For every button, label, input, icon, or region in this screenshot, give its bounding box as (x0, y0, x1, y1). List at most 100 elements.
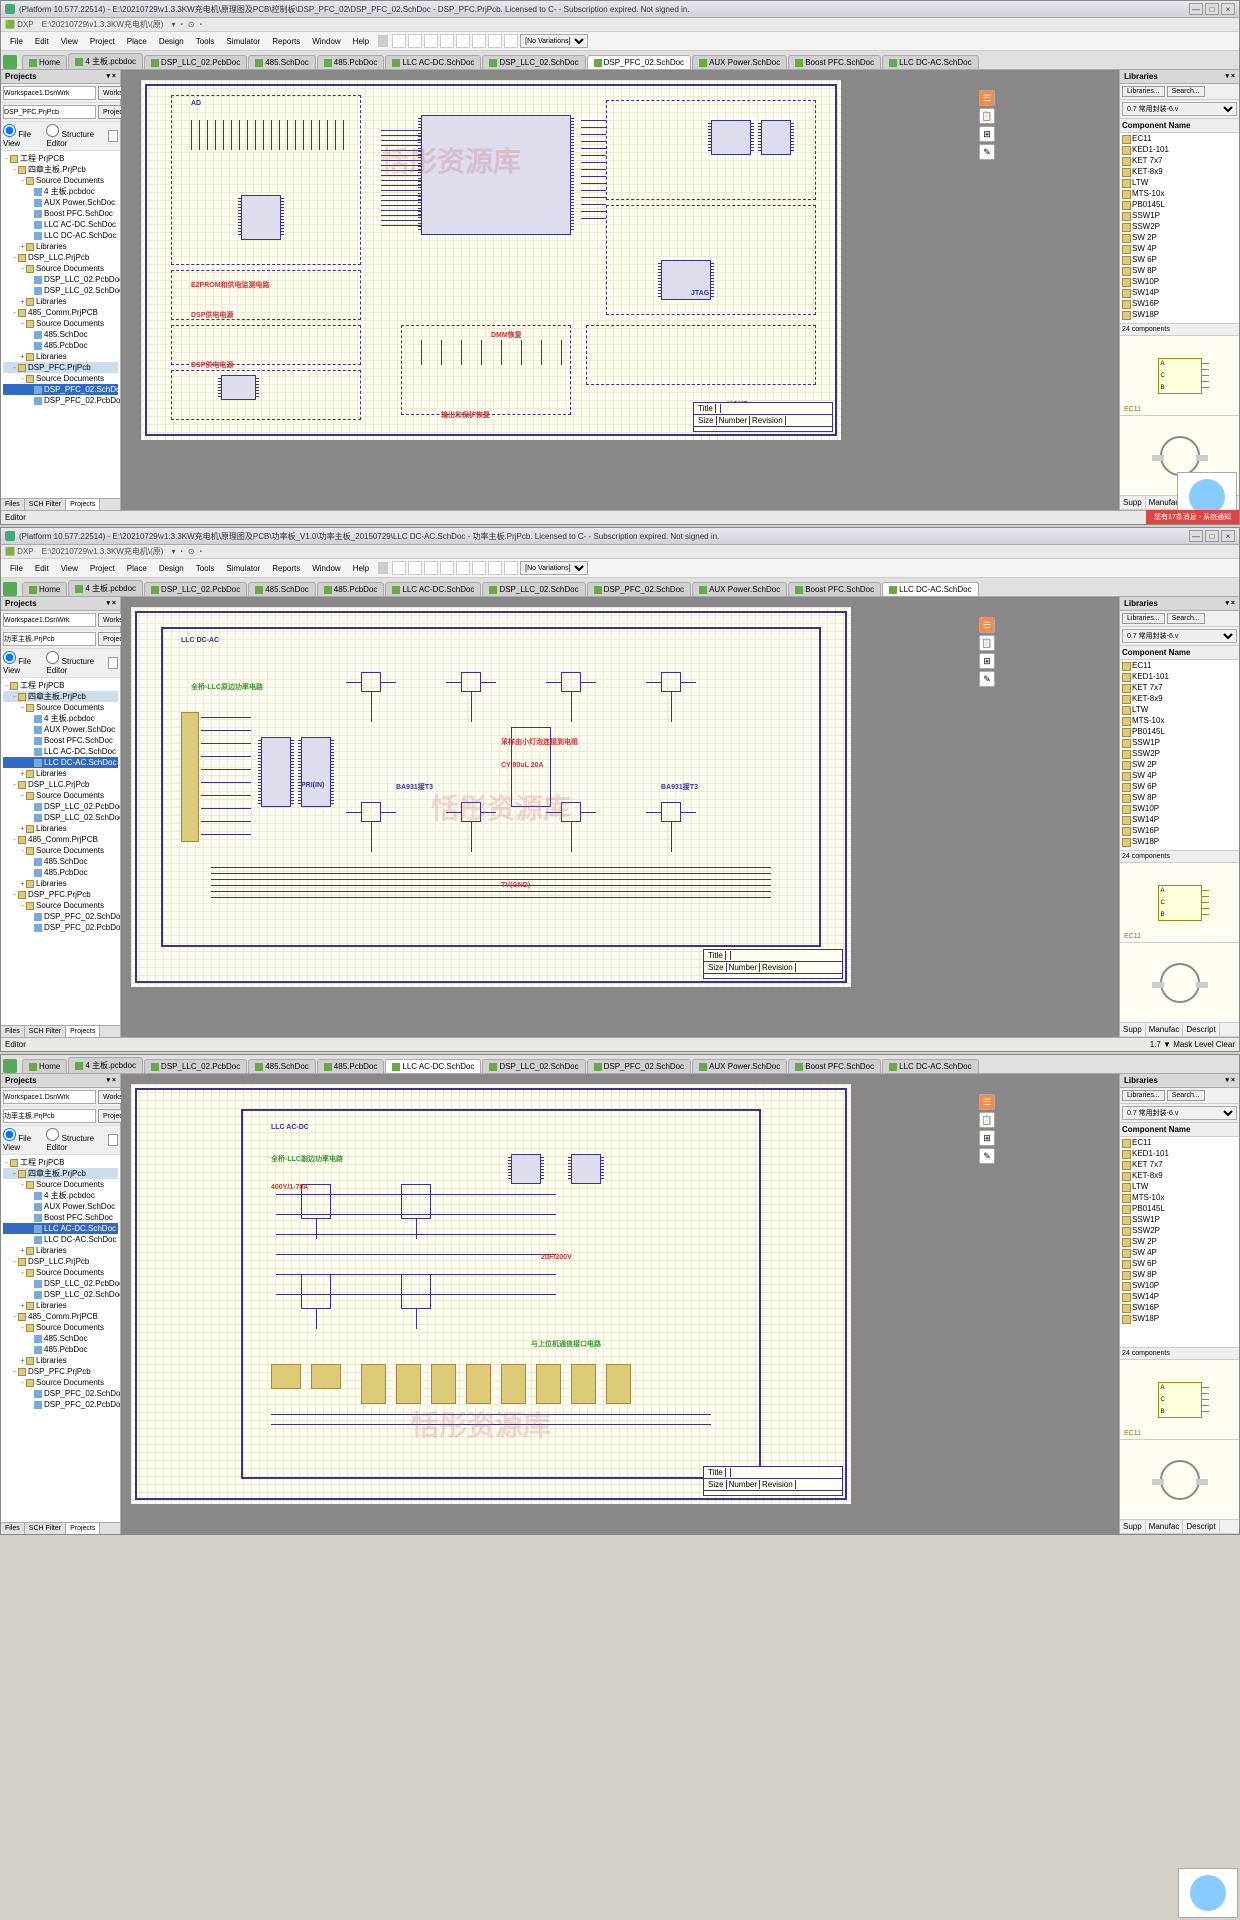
workspace-field[interactable] (3, 86, 96, 100)
file-view-radio[interactable]: File View (3, 1128, 40, 1152)
tree-node[interactable]: DSP_PFC_02.PcbDoc (3, 1399, 118, 1410)
toolbar-icon[interactable] (472, 561, 486, 575)
structure-editor-radio[interactable]: Structure Editor (46, 651, 102, 675)
doc-tab[interactable]: 4 主板.pcbdoc (68, 53, 143, 69)
doc-tab[interactable]: LLC AC-DC.SchDoc (385, 1059, 481, 1073)
doc-tab[interactable]: Boost PFC.SchDoc (788, 55, 881, 69)
tree-node[interactable]: -Source Documents (3, 900, 118, 911)
tree-node[interactable]: -Source Documents (3, 373, 118, 384)
toolbar-icon[interactable] (504, 561, 518, 575)
component-item[interactable]: SSW2P (1120, 1225, 1239, 1236)
doc-tab[interactable]: DSP_PFC_02.SchDoc (587, 55, 691, 69)
toolbar-icon[interactable] (408, 561, 422, 575)
component-item[interactable]: SSW1P (1120, 210, 1239, 221)
tree-node[interactable]: +Libraries (3, 1355, 118, 1366)
component-item[interactable]: SW 4P (1120, 770, 1239, 781)
menu-tools[interactable]: Tools (191, 36, 220, 47)
tree-node[interactable]: -工程 PrjPCB (3, 1157, 118, 1168)
tree-node[interactable]: -Source Documents (3, 702, 118, 713)
doc-tab[interactable]: DSP_LLC_02.SchDoc (482, 1059, 585, 1073)
close-button[interactable]: × (1221, 3, 1235, 15)
component-item[interactable]: SW 6P (1120, 1258, 1239, 1269)
component-item[interactable]: MTS-10x (1120, 715, 1239, 726)
doc-tab[interactable]: 485.PcbDoc (317, 582, 385, 596)
side-tool-icon[interactable]: ✎ (979, 671, 995, 687)
doc-tab[interactable]: 485.PcbDoc (317, 55, 385, 69)
tree-node[interactable]: 485.PcbDoc (3, 1344, 118, 1355)
tree-node[interactable]: AUX Power.SchDoc (3, 1201, 118, 1212)
preview-tab[interactable]: Descript (1183, 1023, 1219, 1036)
tree-node[interactable]: -Source Documents (3, 1377, 118, 1388)
tree-node[interactable]: +Libraries (3, 878, 118, 889)
search-button[interactable]: Search... (1167, 86, 1205, 97)
panel-menu-icon[interactable]: ▾ × (1225, 72, 1235, 81)
dropdown-icon[interactable]: ▾ ・ ⊙ ・ (171, 546, 204, 557)
tree-node[interactable]: DSP_PFC_02.SchDoc (3, 1388, 118, 1399)
tree-node[interactable]: 4 主板.pcbdoc (3, 713, 118, 724)
library-select[interactable]: 0.7 常用封装-6.v (1122, 102, 1237, 116)
doc-tab[interactable]: 485.SchDoc (248, 55, 316, 69)
project-field[interactable] (3, 1109, 96, 1123)
menu-edit[interactable]: Edit (30, 563, 54, 574)
doc-tab[interactable]: Home (22, 55, 67, 69)
component-item[interactable]: KED1-101 (1120, 144, 1239, 155)
tree-node[interactable]: Boost PFC.SchDoc (3, 1212, 118, 1223)
panel-tab[interactable]: Projects (66, 499, 100, 510)
component-item[interactable]: SW14P (1120, 814, 1239, 825)
menu-project[interactable]: Project (85, 563, 120, 574)
panel-tab[interactable]: SCH Filter (25, 1026, 66, 1037)
menu-simulator[interactable]: Simulator (221, 36, 265, 47)
file-view-radio[interactable]: File View (3, 124, 40, 148)
menu-file[interactable]: File (5, 563, 28, 574)
component-item[interactable]: SW 8P (1120, 792, 1239, 803)
tree-node[interactable]: LLC DC-AC.SchDoc (3, 230, 118, 241)
tree-node[interactable]: DSP_PFC_02.PcbDoc (3, 922, 118, 933)
project-tree[interactable]: -工程 PrjPCB-四章主板.PrjPcb-Source Documents … (1, 151, 120, 498)
toolbar-icon[interactable] (488, 34, 502, 48)
tree-node[interactable]: +Libraries (3, 241, 118, 252)
home-icon[interactable] (3, 55, 17, 69)
doc-tab[interactable]: Boost PFC.SchDoc (788, 582, 881, 596)
maximize-button[interactable]: □ (1205, 530, 1219, 542)
notification-bar[interactable]: 您有17条消息 - 系统通知 (1146, 510, 1239, 524)
tree-node[interactable]: -Source Documents (3, 1322, 118, 1333)
tree-node[interactable]: Boost PFC.SchDoc (3, 735, 118, 746)
side-tool-icon[interactable]: ✎ (979, 1148, 995, 1164)
tree-node[interactable]: -Source Documents (3, 318, 118, 329)
component-item[interactable]: KED1-101 (1120, 1148, 1239, 1159)
doc-tab[interactable]: LLC AC-DC.SchDoc (385, 55, 481, 69)
search-button[interactable]: Search... (1167, 613, 1205, 624)
side-tool-icon[interactable]: ☰ (979, 90, 995, 106)
component-item[interactable]: EC11 (1120, 660, 1239, 671)
menu-view[interactable]: View (56, 563, 83, 574)
component-item[interactable]: PB0145L (1120, 1203, 1239, 1214)
toolbar-icon[interactable] (488, 561, 502, 575)
toolbar-icon[interactable] (424, 34, 438, 48)
close-button[interactable]: × (1221, 530, 1235, 542)
side-tool-icon[interactable]: ⊞ (979, 653, 995, 669)
workspace-field[interactable] (3, 613, 96, 627)
settings-icon[interactable] (108, 657, 118, 669)
toolbar-icon[interactable] (456, 34, 470, 48)
tree-node[interactable]: LLC AC-DC.SchDoc (3, 219, 118, 230)
tree-node[interactable]: +Libraries (3, 823, 118, 834)
component-item[interactable]: KET 7x7 (1120, 682, 1239, 693)
side-tool-icon[interactable]: ⊞ (979, 1130, 995, 1146)
tree-node[interactable]: 485.SchDoc (3, 856, 118, 867)
tree-node[interactable]: -工程 PrjPCB (3, 680, 118, 691)
tree-node[interactable]: LLC DC-AC.SchDoc (3, 757, 118, 768)
menu-design[interactable]: Design (154, 36, 189, 47)
libraries-button[interactable]: Libraries... (1122, 86, 1165, 97)
doc-tab[interactable]: 485.SchDoc (248, 582, 316, 596)
doc-tab[interactable]: LLC DC-AC.SchDoc (882, 582, 978, 596)
component-list[interactable]: Component NameEC11KED1-101KET 7x7KET-8x9… (1120, 119, 1239, 323)
panel-tab[interactable]: Files (1, 1523, 25, 1534)
menu-file[interactable]: File (5, 36, 28, 47)
menu-reports[interactable]: Reports (267, 36, 305, 47)
component-item[interactable]: LTW (1120, 177, 1239, 188)
menu-reports[interactable]: Reports (267, 563, 305, 574)
component-item[interactable]: EC11 (1120, 133, 1239, 144)
component-item[interactable]: MTS-10x (1120, 1192, 1239, 1203)
component-item[interactable]: SW14P (1120, 1291, 1239, 1302)
component-item[interactable]: SW16P (1120, 1302, 1239, 1313)
